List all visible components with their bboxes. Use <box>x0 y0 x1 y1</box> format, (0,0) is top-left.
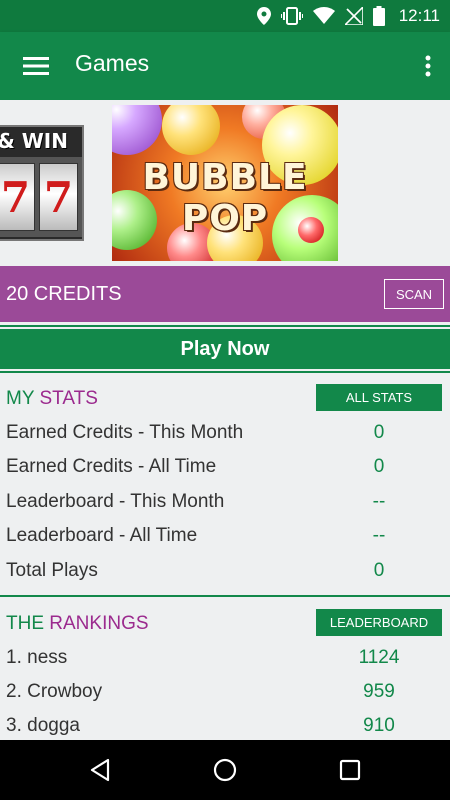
back-icon[interactable] <box>76 748 124 792</box>
bubble-decoration <box>162 105 220 155</box>
ranking-player-name: 3. dogga <box>6 715 80 736</box>
more-vert-icon[interactable] <box>416 44 440 88</box>
divider <box>0 325 450 327</box>
slot-reel: 7 <box>39 163 78 231</box>
wifi-icon <box>312 7 335 25</box>
home-icon[interactable] <box>201 748 249 792</box>
slots-tile-text: & WIN <box>0 129 68 153</box>
status-bar: 12:11 <box>0 0 450 32</box>
stats-row: Earned Credits - This Month 0 <box>0 416 450 450</box>
game-tile-bubble-pop[interactable]: BUBBLE POP <box>112 105 338 261</box>
no-signal-icon <box>344 7 363 25</box>
heading-part: STATS <box>39 388 98 409</box>
game-carousel[interactable]: & WIN 7 7 BUBBLE POP <box>0 100 450 266</box>
stats-row-label: Total Plays <box>6 560 98 581</box>
stats-row-label: Earned Credits - This Month <box>6 422 244 443</box>
rankings-heading: THE RANKINGS <box>6 613 149 635</box>
heading-part: RANKINGS <box>49 613 149 634</box>
scan-button[interactable]: SCAN <box>384 279 444 309</box>
stats-row: Leaderboard - All Time -- <box>0 519 450 553</box>
stats-row-value: 0 <box>373 456 385 477</box>
vibrate-icon <box>280 7 303 25</box>
stats-row-value: -- <box>372 491 386 512</box>
slots-reels: 7 7 <box>0 157 82 237</box>
ranking-score: 959 <box>363 681 395 702</box>
location-icon <box>256 7 271 25</box>
ranking-row[interactable]: 1. ness 1124 <box>0 641 450 675</box>
game-tile-slots[interactable]: & WIN 7 7 <box>0 125 84 241</box>
stats-row-label: Leaderboard - This Month <box>6 491 225 512</box>
heading-part: THE <box>6 613 44 634</box>
clock: 12:11 <box>398 6 440 25</box>
credits-bar: 20 CREDITS SCAN <box>0 266 450 322</box>
ranking-player-name: 1. ness <box>6 647 68 668</box>
recents-icon[interactable] <box>326 748 374 792</box>
stats-row-label: Earned Credits - All Time <box>6 456 217 477</box>
all-stats-button[interactable]: ALL STATS <box>316 384 442 411</box>
page-title: Games <box>75 50 150 76</box>
leaderboard-button[interactable]: LEADERBOARD <box>316 609 442 636</box>
battery-icon <box>372 6 385 26</box>
stats-row-label: Leaderboard - All Time <box>6 525 198 546</box>
status-icons: 12:11 <box>256 0 440 32</box>
ranking-row[interactable]: 3. dogga 910 <box>0 709 450 743</box>
stats-row: Leaderboard - This Month -- <box>0 485 450 519</box>
bubble-decoration <box>112 105 162 155</box>
divider <box>0 371 450 373</box>
ranking-score: 910 <box>363 715 395 736</box>
divider <box>0 595 450 597</box>
stats-row: Earned Credits - All Time 0 <box>0 450 450 484</box>
credits-label: 20 CREDITS <box>6 283 122 305</box>
slot-reel: 7 <box>0 163 35 231</box>
stats-row: Total Plays 0 <box>0 554 450 588</box>
play-now-button[interactable]: Play Now <box>0 329 450 369</box>
stats-row-value: 0 <box>373 560 385 581</box>
app-bar: Games <box>0 32 450 100</box>
heading-part: MY <box>6 388 35 409</box>
navigation-bar <box>0 740 450 800</box>
stats-row-value: -- <box>372 525 386 546</box>
my-stats-heading: MY STATS <box>6 388 98 410</box>
hamburger-menu-icon[interactable] <box>14 44 58 88</box>
ranking-score: 1124 <box>358 647 400 668</box>
ranking-player-name: 2. Crowboy <box>6 681 103 702</box>
bubble-pop-title: BUBBLE POP <box>142 157 308 239</box>
stats-row-value: 0 <box>373 422 385 443</box>
ranking-row[interactable]: 2. Crowboy 959 <box>0 675 450 709</box>
